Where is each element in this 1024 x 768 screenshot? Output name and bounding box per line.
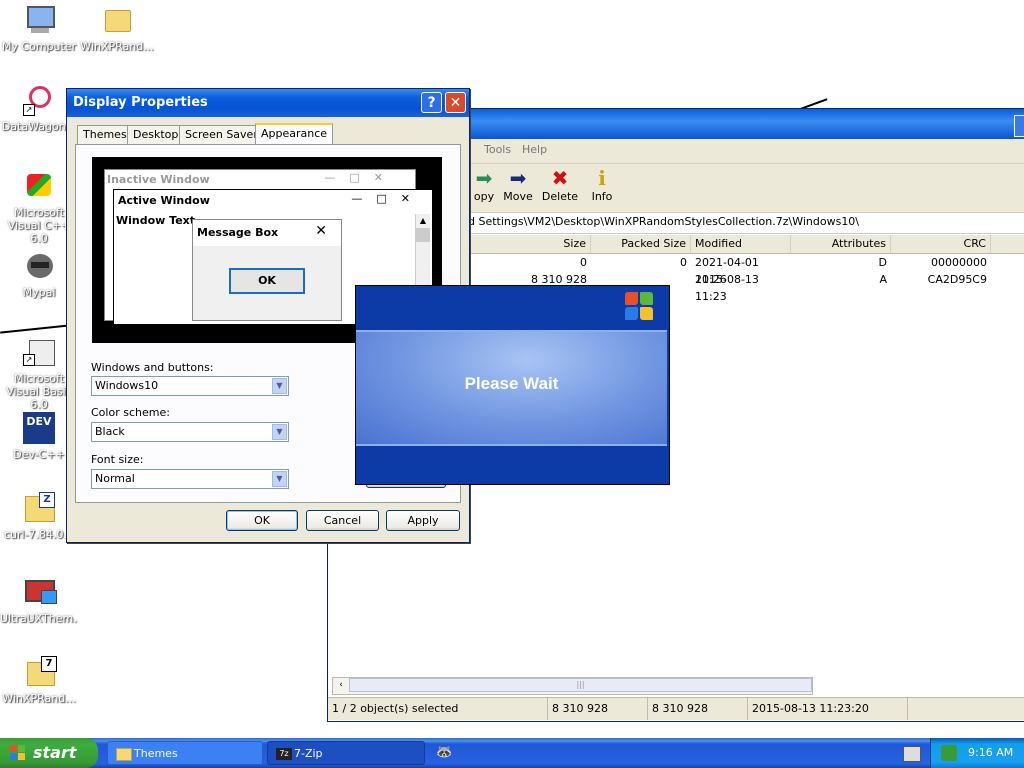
- 7z-archive-icon: 7: [23, 656, 57, 688]
- start-label: start: [33, 743, 77, 762]
- status-modified: 2015-08-13 11:23:20: [748, 698, 908, 720]
- 7zip-icon: 7z: [276, 748, 292, 760]
- desktop-icon-label: UltraUXThem...: [0, 612, 78, 625]
- move-arrow-icon: ➡: [509, 166, 527, 190]
- info-icon: i: [598, 166, 606, 190]
- help-button[interactable]: ?: [421, 92, 442, 113]
- font-size-dropdown[interactable]: Normal ▼: [91, 469, 289, 489]
- menu-tools[interactable]: Tools: [484, 143, 511, 156]
- start-button[interactable]: start: [0, 738, 98, 768]
- desktop-icon-winxprand-archive[interactable]: 7 WinXPRand...: [0, 656, 78, 705]
- apply-button[interactable]: Apply: [386, 510, 460, 531]
- preview-active-controls: —□✕: [351, 192, 424, 205]
- close-button[interactable]: ✕: [445, 92, 466, 113]
- preview-ok-button: OK: [229, 268, 305, 294]
- horizontal-scrollbar[interactable]: ‹ |||: [332, 677, 813, 695]
- folder-icon: [116, 748, 132, 761]
- minimize-button[interactable]: [1014, 115, 1024, 137]
- preview-message-title: Message Box ✕: [193, 220, 341, 246]
- desktop-icon-my-computer[interactable]: My Computer: [0, 4, 78, 53]
- menu-help[interactable]: Help: [522, 143, 547, 156]
- dialog-titlebar[interactable]: Display Properties ? ✕: [67, 89, 469, 117]
- raccoon-icon: [23, 250, 55, 282]
- color-scheme-dropdown[interactable]: Black ▼: [91, 422, 289, 442]
- address-path: d Settings\VM2\Desktop\WinXPRandomStyles…: [468, 215, 860, 228]
- desktop-icon-winxprand-folder[interactable]: WinXPRand...: [78, 4, 156, 53]
- ok-button[interactable]: OK: [226, 510, 298, 531]
- column-attributes[interactable]: Attributes: [791, 235, 891, 253]
- desktop-icon-label: WinXPRand...: [80, 40, 154, 53]
- monitor-icon: [23, 576, 57, 608]
- desktop-icon-label: WinXPRand...: [2, 692, 76, 705]
- column-crc[interactable]: CRC: [891, 235, 991, 253]
- tab-desktop[interactable]: Desktop: [127, 125, 185, 144]
- column-size[interactable]: Size: [491, 235, 591, 253]
- column-modified[interactable]: Modified: [691, 235, 791, 253]
- quicklaunch-icon[interactable]: 🦝: [436, 745, 452, 761]
- taskbar-item-7zip[interactable]: 7z 7-Zip: [267, 741, 425, 765]
- delete-button[interactable]: ✖ Delete: [538, 166, 582, 203]
- close-icon: ✕: [315, 223, 327, 239]
- folder-icon: [101, 4, 133, 36]
- devcpp-icon: DEV: [23, 412, 55, 444]
- status-bar: 1 / 2 object(s) selected 8 310 928 8 310…: [328, 697, 1024, 720]
- windows-buttons-label: Windows and buttons:: [91, 361, 214, 374]
- please-wait-text: Please Wait: [464, 374, 559, 393]
- dialog-title: Display Properties: [73, 95, 208, 110]
- scroll-left-button[interactable]: ‹: [333, 678, 350, 692]
- zip-folder-icon: Z: [23, 492, 55, 524]
- cancel-button[interactable]: Cancel: [306, 510, 379, 531]
- system-tray: 9:16 AM: [930, 738, 1024, 768]
- computer-icon: [23, 4, 55, 36]
- windows-flag-icon: [10, 745, 26, 761]
- windows-buttons-dropdown[interactable]: Windows10 ▼: [91, 376, 289, 396]
- preview-message-box: Message Box ✕ OK: [192, 219, 342, 321]
- color-scheme-label: Color scheme:: [91, 406, 170, 419]
- msvc-icon: [23, 170, 55, 202]
- clock[interactable]: 9:16 AM: [968, 738, 1013, 768]
- desktop-icon-ultrauxtheme[interactable]: UltraUXThem...: [0, 576, 78, 625]
- preview-window-text: Window Text: [116, 214, 196, 227]
- tab-screen-saver[interactable]: Screen Saver: [179, 125, 264, 144]
- close-icon: ✕: [449, 95, 462, 111]
- preview-inactive-title: Inactive Window: [107, 173, 210, 186]
- move-button[interactable]: ➡ Move: [496, 166, 540, 203]
- please-wait-band: Please Wait: [356, 330, 667, 446]
- taskbar-item-themes[interactable]: Themes: [107, 741, 263, 765]
- chevron-down-icon[interactable]: ▼: [272, 471, 287, 487]
- delete-x-icon: ✖: [551, 166, 569, 190]
- info-button[interactable]: i Info: [580, 166, 624, 203]
- status-size: 8 310 928: [548, 698, 648, 720]
- chevron-down-icon[interactable]: ▼: [272, 378, 287, 394]
- preview-inactive-controls: —□✕: [324, 171, 397, 184]
- keyboard-icon[interactable]: [903, 746, 921, 762]
- desktop-icon-label: My Computer: [1, 40, 77, 53]
- please-wait-dialog: Please Wait: [355, 285, 670, 485]
- msvb-icon: ↗: [23, 336, 55, 368]
- font-size-label: Font size:: [91, 453, 144, 466]
- tab-themes[interactable]: Themes: [77, 125, 133, 144]
- chevron-down-icon[interactable]: ▼: [272, 424, 287, 440]
- network-icon[interactable]: [941, 745, 957, 761]
- preview-active-title: Active Window: [118, 194, 210, 207]
- column-packed-size[interactable]: Packed Size: [591, 235, 691, 253]
- scroll-thumb[interactable]: |||: [349, 678, 812, 692]
- tab-appearance[interactable]: Appearance: [255, 123, 334, 146]
- status-packed: 8 310 928: [648, 698, 748, 720]
- windows-logo-icon: [625, 292, 655, 322]
- datawagon-icon: ↗: [23, 84, 55, 116]
- desktop-line: [0, 324, 70, 334]
- status-selected: 1 / 2 object(s) selected: [328, 698, 548, 720]
